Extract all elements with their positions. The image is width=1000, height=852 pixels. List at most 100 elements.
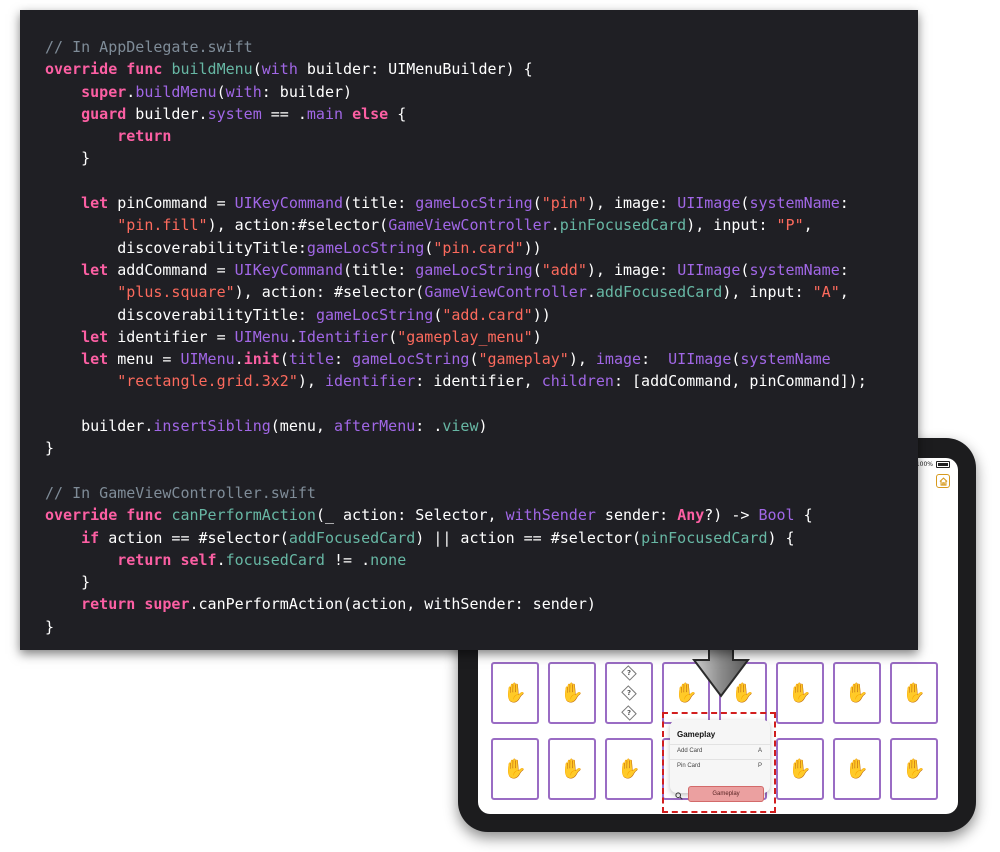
- card[interactable]: ✋: [491, 738, 539, 800]
- hand-icon: ✋: [902, 681, 926, 704]
- code-token: UIImage: [677, 260, 741, 279]
- code-token: builder.: [45, 417, 154, 436]
- card[interactable]: ✋: [605, 738, 653, 800]
- code-line: return super.canPerformAction(action, wi…: [45, 593, 918, 615]
- code-token: UIMenu: [234, 327, 289, 346]
- code-token: (: [216, 82, 226, 101]
- code-token: UIKeyCommand: [234, 260, 344, 279]
- search-icon[interactable]: [675, 792, 683, 802]
- hand-icon: ✋: [503, 757, 527, 780]
- code-token: :: [641, 350, 669, 369]
- menu-item-add-card[interactable]: Add Card A: [670, 744, 770, 758]
- code-token: .: [234, 350, 244, 369]
- house-icon[interactable]: [936, 474, 950, 488]
- code-token: let: [81, 327, 109, 346]
- menu-item-shortcut: A: [757, 748, 762, 754]
- code-token: ), image:: [586, 260, 678, 279]
- code-token: :: [839, 194, 849, 213]
- code-token: .: [586, 283, 596, 302]
- code-token: builder.: [126, 104, 208, 123]
- code-token: addFocusedCard: [595, 283, 723, 302]
- code-token: )): [532, 305, 551, 324]
- code-token: system: [207, 104, 262, 123]
- code-token: afterMenu: [334, 417, 416, 436]
- hand-icon: ✋: [902, 757, 926, 780]
- code-token: insertSibling: [153, 417, 271, 436]
- battery-icon: [936, 460, 950, 468]
- menu-item-label: Pin Card: [677, 763, 701, 769]
- code-token: discoverabilityTitle:: [45, 238, 307, 257]
- battery-percent: 100%: [915, 460, 933, 468]
- code-line: let menu = UIMenu.init(title: gameLocStr…: [45, 348, 918, 370]
- code-token: :: [334, 350, 353, 369]
- code-token: (: [532, 260, 542, 279]
- code-token: ),: [568, 350, 596, 369]
- code-token: Identifier: [297, 327, 389, 346]
- code-token: GameViewController: [424, 283, 587, 302]
- card[interactable]: ✋: [548, 738, 596, 800]
- code-token: self: [180, 550, 217, 569]
- code-token: (: [469, 350, 479, 369]
- swift-code-block: // In AppDelegate.swift override func bui…: [45, 36, 918, 638]
- code-token: == .: [261, 104, 307, 123]
- menu-item-label: Add Card: [677, 748, 703, 754]
- menu-item-pin-card[interactable]: Pin Card P: [670, 759, 770, 773]
- code-token: identifier =: [108, 327, 235, 346]
- code-line: override func buildMenu(with builder: UI…: [45, 58, 918, 80]
- code-token: ): [478, 417, 488, 436]
- hand-icon: ✋: [560, 681, 584, 704]
- card[interactable]: ✋: [833, 738, 881, 800]
- hand-icon: ✋: [617, 757, 641, 780]
- code-token: "add": [541, 260, 587, 279]
- code-token: // In AppDelegate.swift: [45, 38, 253, 56]
- code-token: "gameplay": [478, 350, 569, 369]
- code-token: addCommand =: [108, 260, 235, 279]
- code-token: "pin": [541, 194, 587, 213]
- code-token: gameLocString: [306, 238, 425, 257]
- code-token: "add.card": [442, 305, 533, 324]
- code-token: guard: [81, 104, 127, 123]
- code-token: }: [45, 617, 55, 636]
- code-token: (title:: [343, 260, 416, 279]
- card[interactable]: ✋: [548, 662, 596, 724]
- card[interactable]: ? ? ?: [605, 662, 653, 724]
- card[interactable]: ✋: [890, 738, 938, 800]
- code-token: (: [532, 194, 542, 213]
- code-token: ), action:#selector(: [207, 216, 389, 235]
- card[interactable]: ✋: [491, 662, 539, 724]
- code-line: ​: [45, 460, 918, 482]
- card[interactable]: ✋: [776, 738, 824, 800]
- code-token: ?) ->: [704, 506, 759, 525]
- code-token: gameLocString: [415, 194, 533, 213]
- code-line: "rectangle.grid.3x2"), identifier: ident…: [45, 370, 918, 392]
- code-token: ), input:: [686, 216, 777, 235]
- code-token: init: [243, 350, 280, 369]
- card[interactable]: ✋: [776, 662, 824, 724]
- code-token: GameViewController: [388, 216, 551, 235]
- code-token: systemName: [749, 260, 840, 279]
- code-line: let addCommand = UIKeyCommand(title: gam…: [45, 259, 918, 281]
- code-line: builder.insertSibling(menu, afterMenu: .…: [45, 415, 918, 437]
- code-token: .: [126, 82, 136, 101]
- code-token: with: [225, 82, 262, 101]
- code-token: focusedCard: [225, 550, 325, 569]
- code-token: view: [442, 417, 479, 436]
- code-line: let pinCommand = UIKeyCommand(title: gam…: [45, 192, 918, 214]
- code-token: : builder): [261, 82, 353, 101]
- hand-icon: ✋: [560, 757, 584, 780]
- card[interactable]: ✋: [890, 662, 938, 724]
- code-line: ​: [45, 170, 918, 192]
- card[interactable]: ✋: [833, 662, 881, 724]
- gameplay-menu-button[interactable]: Gameplay: [688, 786, 764, 802]
- code-token: {: [794, 506, 813, 525]
- code-token: children: [541, 372, 614, 391]
- code-token: gameLocString: [352, 350, 470, 369]
- code-token: if: [81, 528, 100, 547]
- code-token: else: [352, 104, 389, 123]
- menu-title: Gameplay: [677, 730, 716, 739]
